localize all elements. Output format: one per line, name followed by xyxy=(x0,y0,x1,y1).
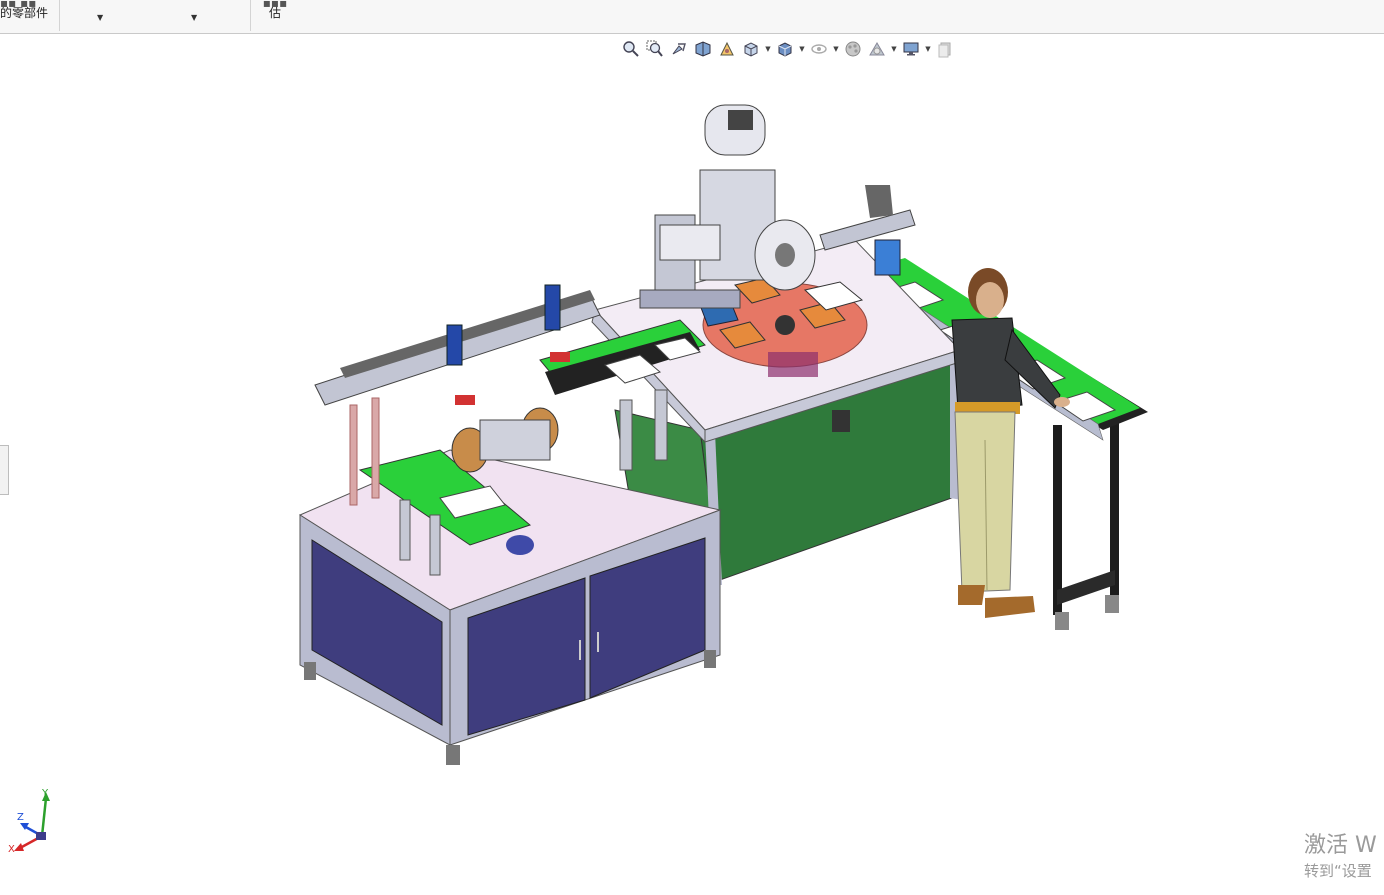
parts-command-label: 的零部件 xyxy=(0,6,49,20)
sensor-bracket xyxy=(832,410,850,432)
outfeed-conveyor-stand xyxy=(1053,410,1119,630)
x-axis-arrow xyxy=(14,843,24,851)
ribbon-dropdown-caret-2[interactable]: ▼ xyxy=(191,13,197,22)
evaluate-command-label: 估 xyxy=(268,6,281,20)
triad-x-label: X xyxy=(8,844,15,855)
view-orientation-triad: Y Z X xyxy=(8,788,58,858)
triad-origin xyxy=(36,832,46,840)
triad-y-label: Y xyxy=(42,788,49,799)
evaluate-command-button[interactable]: ▪▪▪ 估 xyxy=(258,0,292,20)
watermark-title: 激活 W xyxy=(1304,833,1377,858)
command-manager-ribbon: ▪▪ ▪▪ 的零部件 ▼ ▼ ▪▪▪ 估 xyxy=(0,0,1384,34)
watermark-subtitle: 转到“设置 xyxy=(1304,862,1372,880)
ribbon-separator xyxy=(59,0,60,31)
triad-z-label: Z xyxy=(17,812,24,823)
left-cabinet xyxy=(298,449,722,765)
graphics-area[interactable] xyxy=(0,34,1384,895)
operator-figure xyxy=(951,268,1070,618)
labeling-head xyxy=(639,104,816,309)
parts-command-button[interactable]: ▪▪ ▪▪ 的零部件 xyxy=(0,0,58,20)
activation-watermark: 激活 W 转到“设置 xyxy=(1304,832,1384,882)
assembly-model xyxy=(298,104,1148,765)
ribbon-dropdown-caret-1[interactable]: ▼ xyxy=(97,13,103,22)
y-axis-line xyxy=(40,797,48,837)
ribbon-separator xyxy=(250,0,251,31)
